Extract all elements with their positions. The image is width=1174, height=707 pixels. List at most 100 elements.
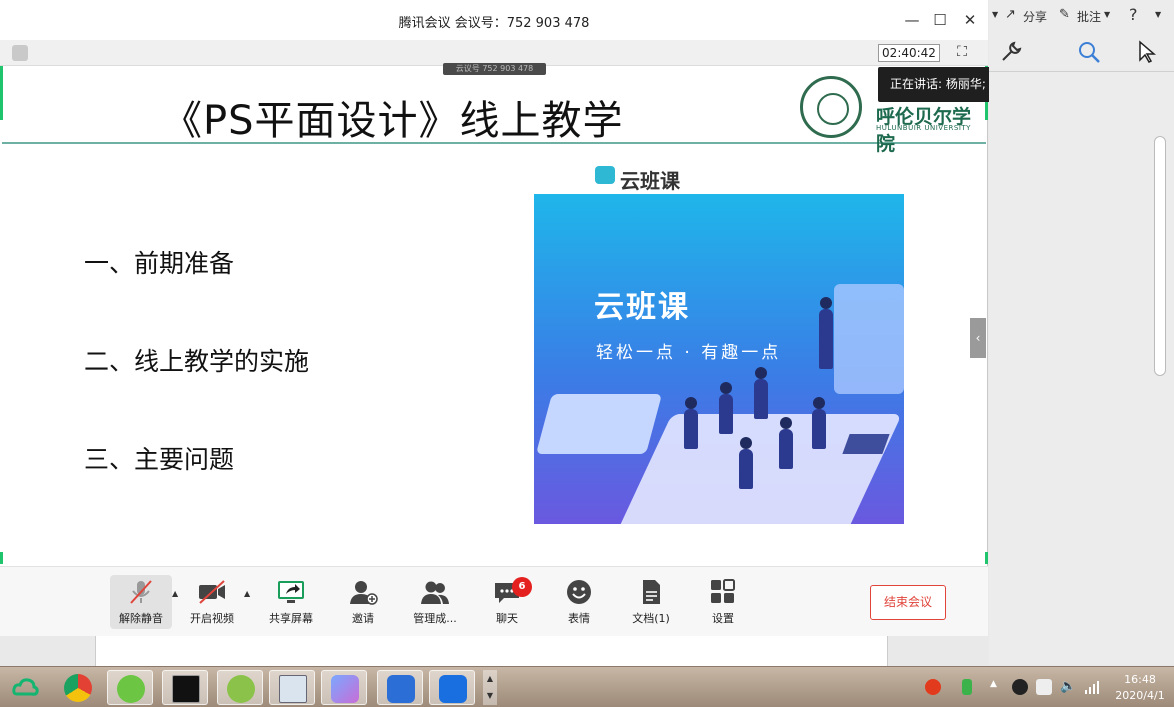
annotate-icon[interactable]: ✎ bbox=[1059, 7, 1070, 22]
yunbanke-label: 云班课 bbox=[620, 169, 680, 193]
chat-unread-badge: 6 bbox=[512, 577, 532, 597]
teacher-figure bbox=[819, 297, 833, 369]
wrench-icon[interactable] bbox=[999, 40, 1023, 64]
dropdown-caret-icon[interactable]: ▼ bbox=[992, 10, 998, 19]
share-icon[interactable]: ↗ bbox=[1005, 7, 1016, 22]
cursor-icon[interactable] bbox=[1137, 40, 1157, 64]
university-seal-logo bbox=[800, 76, 862, 138]
title-divider bbox=[2, 142, 986, 144]
annotate-label[interactable]: 批注 bbox=[1077, 8, 1101, 25]
end-meeting-button[interactable]: 结束会议 bbox=[870, 585, 946, 620]
taskbar-app-leaf[interactable] bbox=[217, 670, 263, 705]
chat-label: 聊天 bbox=[496, 612, 518, 625]
title-bar: 腾讯会议 会议号：752 903 478 — ☐ ✕ bbox=[0, 0, 988, 40]
agenda-item-2: 二、线上教学的实施 bbox=[84, 347, 310, 376]
audio-options-caret-icon[interactable]: ▲ bbox=[172, 589, 178, 598]
share-label[interactable]: 分享 bbox=[1023, 8, 1047, 25]
cloud-app-icon bbox=[11, 674, 39, 702]
student-figure bbox=[684, 397, 698, 449]
qq-icon[interactable] bbox=[1012, 679, 1028, 695]
chat-button[interactable]: 聊天 6 bbox=[476, 575, 538, 629]
agenda-item-3: 三、主要问题 bbox=[84, 445, 235, 474]
documents-button[interactable]: 文档(1) bbox=[620, 575, 682, 629]
video-options-caret-icon[interactable]: ▲ bbox=[244, 589, 250, 598]
meeting-timer: 02:40:42 bbox=[878, 44, 940, 62]
settings-button[interactable]: 设置 bbox=[692, 575, 754, 629]
share-border-mark bbox=[985, 552, 988, 564]
start-video-label: 开启视频 bbox=[190, 612, 234, 625]
taskbar-app-tencent-meeting[interactable] bbox=[429, 670, 475, 705]
agenda-item-1: 一、前期准备 bbox=[84, 249, 235, 278]
battery-charge-icon[interactable] bbox=[962, 679, 972, 695]
taskbar-app-cmd[interactable] bbox=[162, 670, 208, 705]
tencent-meeting-icon bbox=[439, 675, 467, 703]
window-app-icon bbox=[279, 675, 307, 703]
photos-app-icon bbox=[331, 675, 359, 703]
share-border-mark bbox=[0, 66, 3, 120]
add-user-icon bbox=[350, 581, 378, 605]
show-hidden-icons-caret[interactable]: ▲ bbox=[990, 679, 997, 689]
minimize-button[interactable]: — bbox=[902, 10, 922, 30]
active-speaker-text: 正在讲话: 杨丽华; bbox=[890, 77, 986, 91]
student-figure bbox=[812, 397, 826, 449]
magnifier-icon[interactable] bbox=[1077, 40, 1101, 64]
book-illustration bbox=[535, 394, 663, 454]
meeting-window: 腾讯会议 会议号：752 903 478 — ☐ ✕ 02:40:42 ⛶ 《P… bbox=[0, 0, 988, 636]
clock-time: 16:48 bbox=[1124, 673, 1156, 686]
security-shield-icon[interactable] bbox=[12, 45, 28, 61]
fullscreen-icon[interactable]: ⛶ bbox=[953, 44, 971, 62]
taskbar-app-cloudclass[interactable] bbox=[2, 670, 48, 705]
more-caret-icon[interactable]: ▼ bbox=[1155, 10, 1161, 19]
student-figure bbox=[754, 367, 768, 419]
smiley-icon bbox=[567, 580, 591, 604]
help-icon[interactable]: ? bbox=[1129, 5, 1138, 24]
grid-settings-icon bbox=[711, 579, 735, 603]
banner-title: 云班课 bbox=[594, 290, 690, 325]
close-button[interactable]: ✕ bbox=[960, 10, 980, 30]
share-screen-label: 共享屏幕 bbox=[269, 612, 313, 625]
command-prompt-icon bbox=[172, 675, 200, 703]
taskbar-app-wps[interactable] bbox=[377, 670, 423, 705]
emoji-button[interactable]: 表情 bbox=[548, 575, 610, 629]
volume-icon[interactable]: 🔈 bbox=[1060, 679, 1076, 695]
invite-button[interactable]: 邀请 bbox=[332, 575, 394, 629]
taskbar-app-photos[interactable] bbox=[321, 670, 367, 705]
members-icon bbox=[421, 581, 449, 604]
screen-illustration bbox=[834, 284, 904, 394]
system-clock[interactable]: 16:48 2020/4/1 bbox=[1110, 672, 1170, 704]
invite-label: 邀请 bbox=[352, 612, 374, 625]
annotate-caret-icon[interactable]: ▼ bbox=[1104, 10, 1110, 19]
share-screen-button[interactable]: 共享屏幕 bbox=[260, 575, 322, 629]
document-icon bbox=[643, 580, 660, 604]
student-figure bbox=[779, 417, 793, 469]
documents-label: 文档(1) bbox=[632, 612, 670, 625]
wps-writer-icon bbox=[387, 675, 415, 703]
taskbar-app-chrome[interactable] bbox=[55, 670, 101, 705]
emoji-label: 表情 bbox=[568, 612, 590, 625]
collapse-panel-arrow-icon[interactable]: ‹ bbox=[970, 318, 986, 358]
graduation-cap-illustration bbox=[842, 434, 890, 454]
banner-slogan: 轻松一点 · 有趣一点 bbox=[596, 343, 782, 363]
microphone-muted-icon bbox=[130, 580, 152, 604]
devices-icon[interactable] bbox=[1036, 679, 1052, 695]
taskbar-scroll-arrows[interactable]: ▲ ▼ bbox=[483, 670, 497, 705]
reader-scrollbar[interactable] bbox=[1154, 136, 1166, 376]
start-video-button[interactable]: 开启视频 bbox=[181, 575, 243, 629]
yunbanke-cloud-icon bbox=[595, 166, 615, 184]
unmute-button[interactable]: 解除静音 bbox=[110, 575, 172, 629]
sogou-input-icon[interactable] bbox=[925, 679, 941, 695]
manage-members-button[interactable]: 管理成... bbox=[404, 575, 466, 629]
share-screen-icon bbox=[278, 581, 304, 603]
network-signal-icon[interactable] bbox=[1084, 679, 1100, 695]
share-border-mark bbox=[0, 552, 3, 564]
camera-off-icon bbox=[199, 580, 225, 604]
reader-side-panel: ▼ ↗ 分享 ✎ 批注 ▼ ? ▼ bbox=[989, 0, 1174, 665]
taskbar-app-browser[interactable] bbox=[107, 670, 153, 705]
meeting-id-watermark: 云议号 752 903 478 bbox=[443, 63, 546, 75]
student-figure bbox=[719, 382, 733, 434]
maximize-button[interactable]: ☐ bbox=[930, 10, 950, 30]
settings-label: 设置 bbox=[712, 612, 734, 625]
document-page-behind bbox=[95, 636, 888, 666]
taskbar-app-window[interactable] bbox=[269, 670, 315, 705]
clock-date: 2020/4/1 bbox=[1115, 689, 1165, 702]
